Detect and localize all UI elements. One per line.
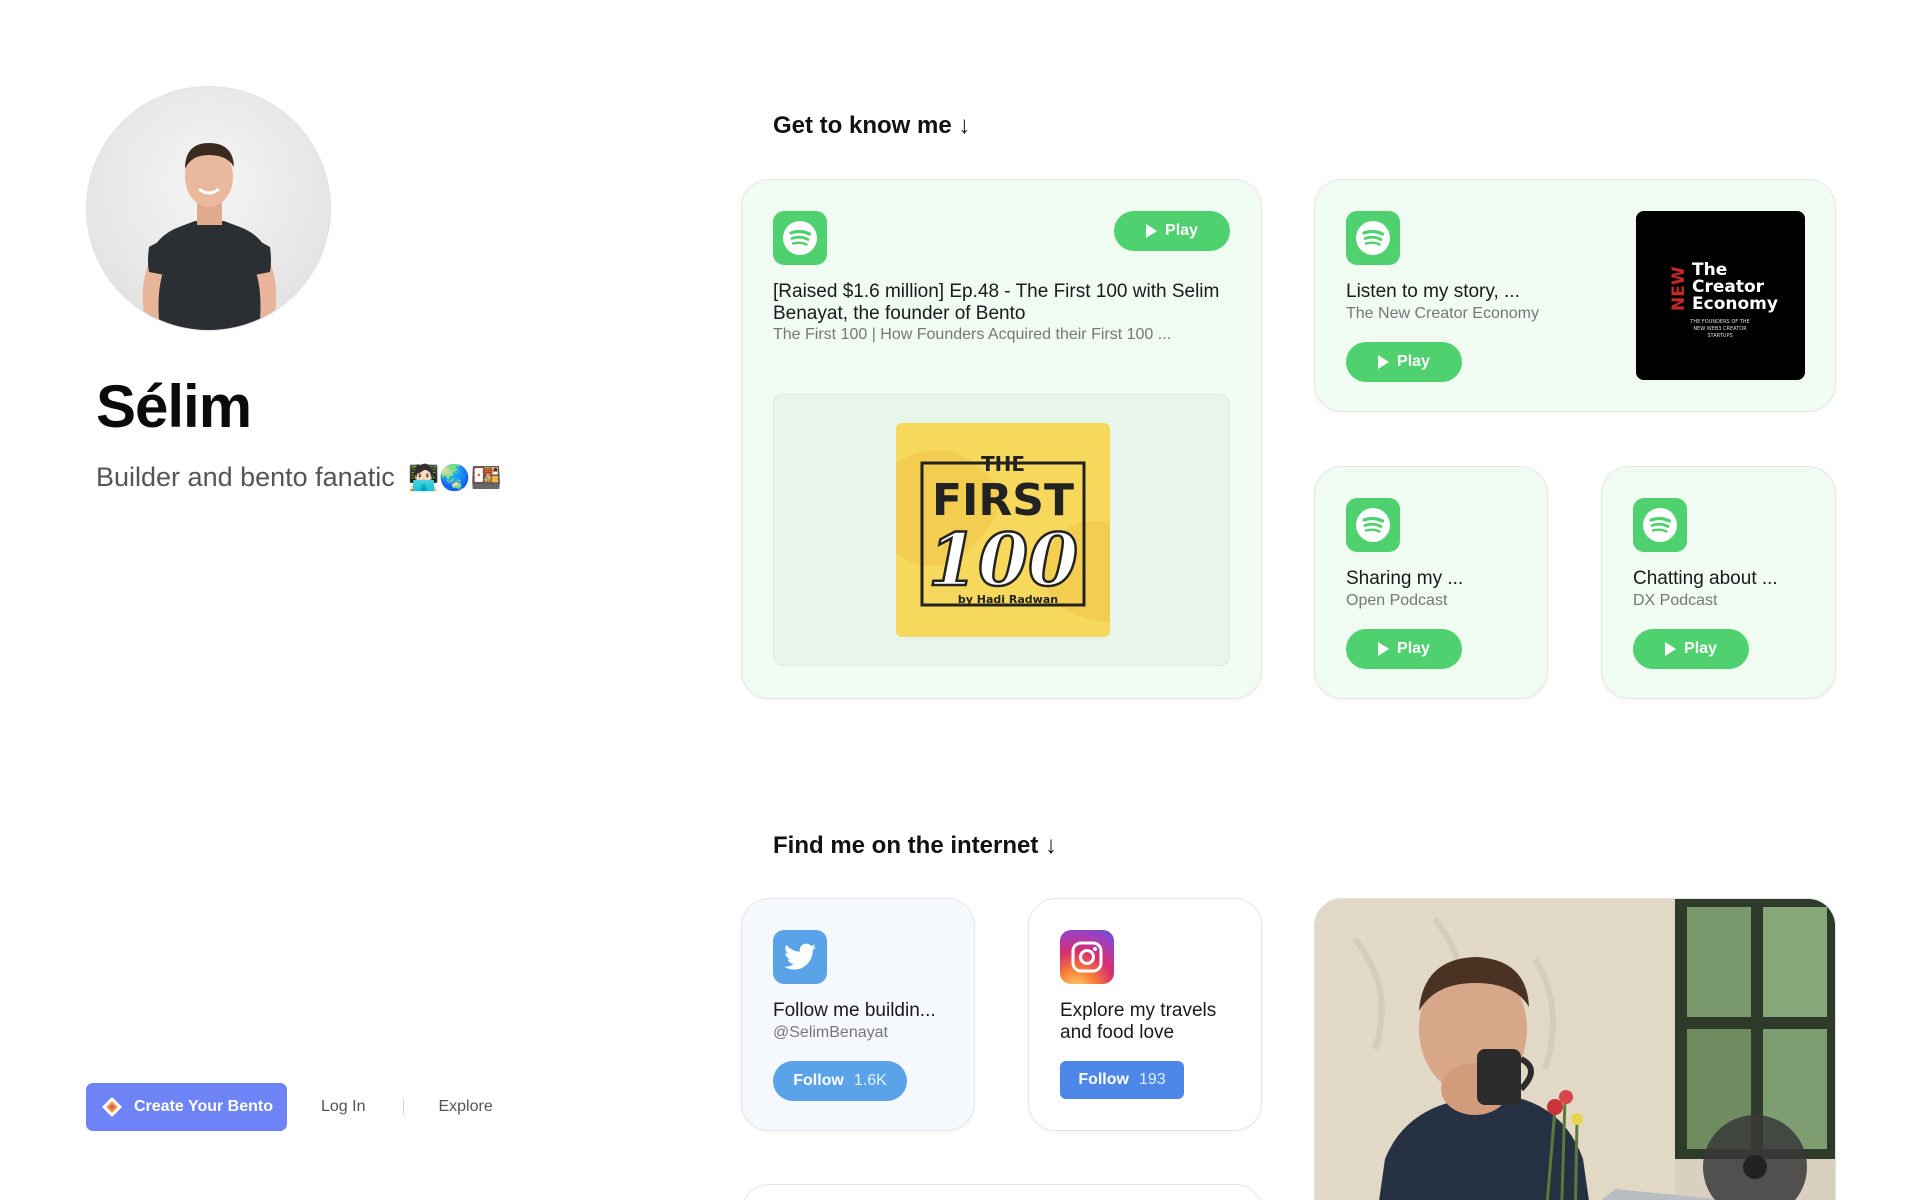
footer-divider [403,1099,405,1115]
play-icon [1378,355,1390,369]
creator-economy-cover-image: NEW The Creator Economy THE FOUNDERS OF … [1636,211,1805,380]
cover-text-the: THE [981,452,1025,476]
cover-text-economy: Economy [1692,294,1778,314]
first100-cover-image: THE FIRST 100 by Hadi Radwan [896,423,1110,637]
play-label: Play [1397,640,1430,657]
social-title: Follow me buildin... [773,1000,936,1021]
avatar-photo [142,143,277,330]
spotify-icon [1633,498,1687,552]
podcast-title: Listen to my story, ... [1346,281,1520,302]
footer-bar: Create Your Bento Log In Explore [86,1083,493,1131]
play-button[interactable]: Play [1633,629,1749,669]
play-button[interactable]: Play [1346,629,1462,669]
play-icon [1146,224,1158,238]
instagram-icon [1060,930,1114,984]
podcast-card-open-podcast[interactable]: Sharing my ... Open Podcast Play [1314,466,1548,699]
section-title-get-to-know-me: Get to know me ↓ [773,112,971,139]
section-title-find-me-on-the-internet: Find me on the internet ↓ [773,832,1058,859]
photo-card[interactable] [1314,898,1836,1200]
spotify-icon [1346,211,1400,265]
play-button[interactable]: Play [1114,211,1230,251]
social-handle: @SelimBenayat [773,1024,888,1041]
podcast-title: Sharing my ... [1346,568,1464,589]
bento-profile-page: Sélim Builder and bento fanatic 🧑🏻‍💻🌏🍱 C… [0,0,1920,1200]
cover-text-100: 100 [928,517,1078,602]
instagram-follow-button[interactable]: Follow 193 [1060,1061,1184,1099]
cover-tag-2: NEW WEB3 CREATOR [1693,326,1747,332]
play-icon [1378,642,1390,656]
podcast-title: Chatting about ... [1633,568,1778,589]
social-card-instagram[interactable]: Explore my travels and food love Follow … [1028,898,1262,1131]
podcast-card-creator-economy[interactable]: Listen to my story, ... The New Creator … [1314,179,1836,412]
profile-name: Sélim [96,373,252,440]
create-your-bento-label: Create Your Bento [134,1098,273,1115]
create-your-bento-button[interactable]: Create Your Bento [86,1083,287,1131]
bento-logo-icon [102,1097,122,1117]
coffee-photo [1315,899,1835,1200]
play-label: Play [1684,640,1717,657]
play-label: Play [1165,222,1198,239]
cover-text-by: by Hadi Radwan [958,593,1058,606]
podcast-card-dx-podcast[interactable]: Chatting about ... DX Podcast Play [1601,466,1836,699]
podcast-subtitle: DX Podcast [1633,592,1718,609]
podcast-subtitle: The First 100 | How Founders Acquired th… [773,326,1172,343]
partial-card-bottom[interactable] [741,1184,1263,1200]
avatar [86,86,331,331]
social-card-twitter[interactable]: Follow me buildin... @SelimBenayat Follo… [741,898,975,1131]
twitter-follow-button[interactable]: Follow 1.6K [773,1061,907,1101]
spotify-icon [1346,498,1400,552]
profile-bio-text: Builder and bento fanatic [96,462,395,492]
podcast-card-first100[interactable]: Play [Raised $1.6 million] Ep.48 - The F… [741,179,1262,699]
cover-tag-1: THE FOUNDERS OF THE [1689,319,1749,325]
podcast-cover-frame: THE FIRST 100 by Hadi Radwan [773,394,1230,666]
podcast-title: [Raised $1.6 million] Ep.48 - The First … [773,281,1220,324]
follow-label: Follow [1078,1071,1129,1088]
profile-bio: Builder and bento fanatic 🧑🏻‍💻🌏🍱 [96,462,502,493]
log-in-link[interactable]: Log In [321,1098,365,1116]
profile-bio-emoji: 🧑🏻‍💻🌏🍱 [408,464,502,492]
spotify-icon [773,211,827,265]
play-label: Play [1397,353,1430,370]
follower-count: 1.6K [853,1072,887,1089]
twitter-icon [773,930,827,984]
cover-tag-3: STARTUPS [1707,333,1732,339]
explore-link[interactable]: Explore [438,1098,492,1116]
podcast-subtitle: Open Podcast [1346,592,1448,609]
play-button[interactable]: Play [1346,342,1462,382]
cover-text-new: NEW [1669,266,1689,311]
play-icon [1665,642,1677,656]
podcast-subtitle: The New Creator Economy [1346,305,1539,322]
follow-label: Follow [793,1072,844,1089]
social-title: Explore my travels and food love [1060,1000,1217,1043]
follower-count: 193 [1138,1071,1166,1088]
